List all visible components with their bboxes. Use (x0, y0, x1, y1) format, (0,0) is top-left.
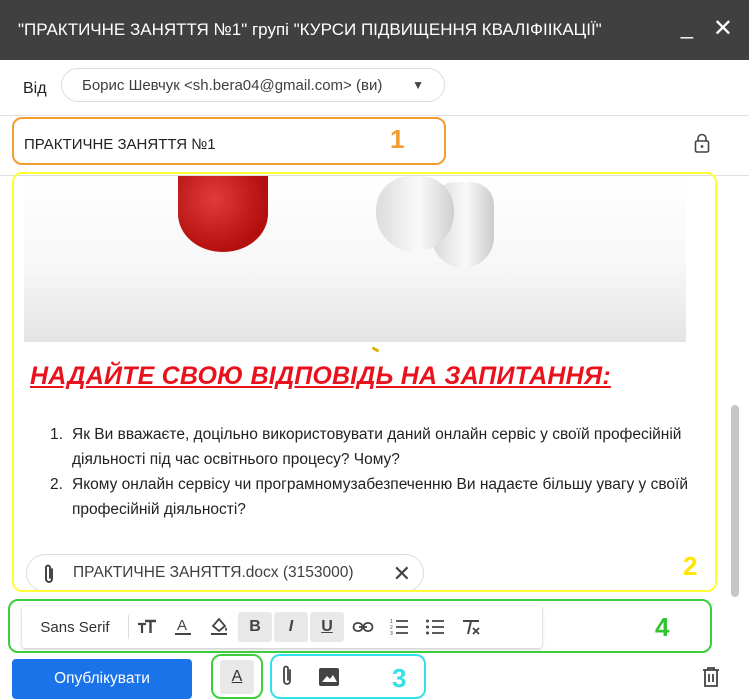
scrollbar[interactable] (731, 405, 739, 597)
trash-icon[interactable] (702, 667, 720, 687)
annotation-number-4: 4 (655, 612, 670, 642)
formatting-options-button[interactable]: A (220, 660, 254, 694)
from-value: Борис Шевчук <sh.bera04@gmail.com> (ви) (82, 76, 383, 94)
clear-formatting-icon[interactable] (454, 612, 488, 642)
dropdown-caret-icon: ▼ (412, 78, 424, 92)
annotation-number-3: 3 (392, 663, 407, 693)
font-size-icon[interactable] (130, 612, 164, 642)
bulleted-list-icon[interactable] (418, 612, 452, 642)
font-family-select[interactable]: Sans Serif (22, 612, 128, 642)
link-icon[interactable] (346, 612, 380, 642)
minimize-button[interactable]: _ (681, 14, 693, 40)
from-label: Від (23, 80, 47, 97)
from-selector[interactable]: Борис Шевчук <sh.bera04@gmail.com> (ви) … (61, 68, 445, 102)
annotation-number-1: 1 (390, 124, 405, 154)
text-color-icon[interactable]: A (166, 612, 200, 642)
subject-field[interactable]: ПРАКТИЧНЕ ЗАНЯТТЯ №1 (24, 136, 216, 153)
window-title: "ПРАКТИЧНЕ ЗАНЯТТЯ №1" групі "КУРСИ ПІДВ… (18, 20, 602, 39)
bold-button[interactable]: B (238, 612, 272, 642)
underline-button[interactable]: U (310, 612, 344, 642)
lock-icon[interactable] (694, 133, 710, 153)
toolbar-divider (128, 615, 129, 639)
svg-text:3: 3 (390, 631, 393, 636)
italic-button[interactable]: I (274, 612, 308, 642)
publish-button[interactable]: Опублікувати (12, 659, 192, 699)
numbered-list-icon[interactable]: 123 (382, 612, 416, 642)
highlight-color-icon[interactable] (202, 612, 236, 642)
attach-file-icon[interactable] (279, 664, 295, 688)
insert-photo-icon[interactable] (318, 667, 340, 687)
svg-text:A: A (177, 617, 187, 634)
close-button[interactable]: ✕ (713, 14, 733, 43)
annotation-number-2: 2 (683, 551, 698, 581)
formatting-options-label: A (231, 668, 243, 685)
formatting-toolbar: Sans Serif A B I U 123 (22, 606, 542, 648)
annotation-box-2 (12, 172, 717, 592)
window-titlebar: "ПРАКТИЧНЕ ЗАНЯТТЯ №1" групі "КУРСИ ПІДВ… (0, 0, 749, 60)
